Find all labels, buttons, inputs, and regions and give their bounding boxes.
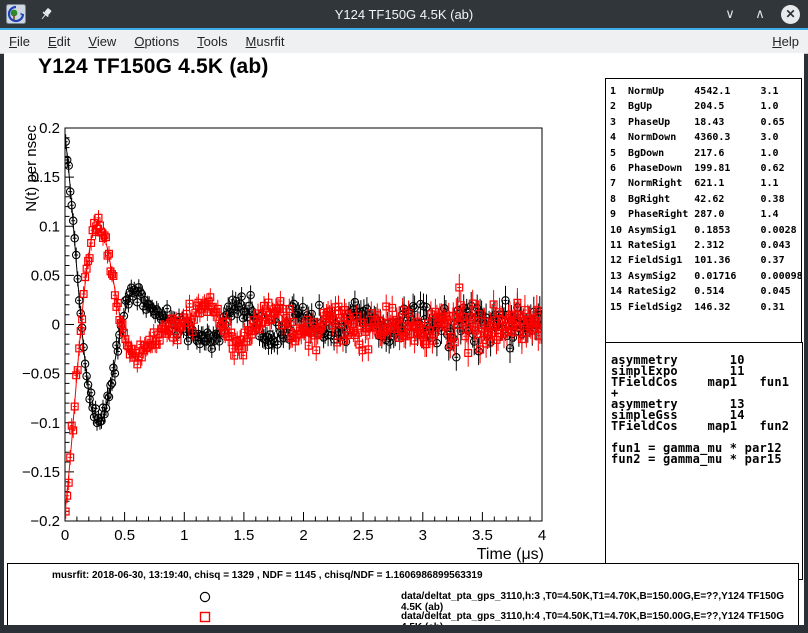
y-axis-title: N(t) per nsec (23, 125, 40, 212)
param-row: 5 BgDown 217.6 1.0 (610, 146, 801, 161)
menu-item-help[interactable]: Help (763, 32, 808, 51)
x-tick-label: 4 (538, 527, 546, 544)
theory-line: TFieldCos map1 fun1 (611, 377, 802, 388)
x-tick-label: 1.5 (233, 527, 254, 544)
x-tick-label: 0.5 (114, 527, 135, 544)
param-row: 10 AsymSig1 0.1853 0.0028 (610, 223, 801, 238)
menu-item-file[interactable]: File (0, 32, 39, 51)
x-tick-label: 0 (61, 527, 69, 544)
window-border-bottom[interactable] (0, 625, 808, 633)
menubar: FileEditViewOptionsToolsMusrfit Help (0, 30, 808, 54)
maximize-button[interactable]: ∧ (751, 5, 769, 23)
y-tick-label: −0.15 (22, 464, 60, 481)
legend-entry-forward: data/deltat_pta_gps_3110,h:3 ,T0=4.50K,T… (8, 589, 798, 605)
param-row: 3 PhaseUp 18.43 0.65 (610, 115, 801, 130)
window-title: Y124 TF150G 4.5K (ab) (0, 7, 808, 22)
y-tick-label: −0.1 (30, 415, 60, 432)
error-bars-1 (64, 210, 544, 519)
musrfit-status-text: musrfit: 2018-06-30, 13:19:40, chisq = 1… (52, 570, 483, 581)
param-row: 11 RateSig1 2.312 0.043 (610, 238, 801, 253)
y-tick-label: −0.05 (22, 366, 60, 383)
open-circle-marker-icon (199, 591, 211, 603)
param-row: 15 FieldSig2 146.32 0.31 (610, 300, 801, 315)
theory-line: TFieldCos map1 fun2 (611, 421, 802, 432)
open-square-marker-icon (199, 611, 211, 623)
plot-area[interactable]: 00.511.522.533.540.20.150.10.050−0.05−0.… (4, 53, 604, 625)
param-row: 13 AsymSig2 0.01716 0.00098 (610, 269, 801, 284)
param-row: 6 PhaseDown 199.81 0.62 (610, 161, 801, 176)
theory-line: fun2 = gamma_mu * par15 (611, 454, 802, 465)
param-row: 7 NormRight 621.1 1.1 (610, 176, 801, 191)
y-tick-label: 0 (52, 317, 60, 334)
x-tick-label: 2 (299, 527, 307, 544)
param-row: 1 NormUp 4542.1 3.1 (610, 84, 801, 99)
x-tick-label: 1 (180, 527, 188, 544)
x-axis-title: Time (μs) (477, 546, 544, 563)
menu-item-edit[interactable]: Edit (39, 32, 79, 51)
y-tick-label: 0.05 (31, 267, 60, 284)
info-pave: musrfit: 2018-06-30, 13:19:40, chisq = 1… (7, 563, 799, 626)
param-row: 9 PhaseRight 287.0 1.4 (610, 207, 801, 222)
param-row: 8 BgRight 42.62 0.38 (610, 192, 801, 207)
menu-item-view[interactable]: View (79, 32, 125, 51)
param-row: 12 FieldSig1 101.36 0.37 (610, 253, 801, 268)
theory-pave: asymmetry 10simplExpo 11TFieldCos map1 f… (605, 342, 803, 580)
x-tick-label: 3 (419, 527, 427, 544)
y-tick-label: 0.2 (39, 120, 60, 137)
data-series-group (62, 134, 545, 519)
application-window: Y124 TF150G 4.5K (ab) ∨ ∧ ✕ FileEditView… (0, 0, 808, 633)
menu-item-tools[interactable]: Tools (188, 32, 236, 51)
legend-entry-backward: data/deltat_pta_gps_3110,h:4 ,T0=4.50K,T… (8, 609, 798, 625)
param-row: 4 NormDown 4360.3 3.0 (610, 130, 801, 145)
menu-item-musrfit[interactable]: Musrfit (237, 32, 294, 51)
x-tick-label: 2.5 (353, 527, 374, 544)
fit-parameters-pave: 1 NormUp 4542.1 3.12 BgUp 204.5 1.03 Pha… (605, 78, 802, 349)
close-button[interactable]: ✕ (781, 5, 800, 24)
titlebar[interactable]: Y124 TF150G 4.5K (ab) ∨ ∧ ✕ (0, 0, 808, 28)
minimize-button[interactable]: ∨ (721, 5, 739, 23)
x-tick-label: 3.5 (472, 527, 493, 544)
y-tick-label: 0.1 (39, 218, 60, 235)
param-row: 2 BgUp 204.5 1.0 (610, 99, 801, 114)
theory-curve-0 (65, 136, 542, 425)
menu-item-options[interactable]: Options (125, 32, 188, 51)
param-row: 14 RateSig2 0.514 0.045 (610, 284, 801, 299)
error-bars-0 (64, 134, 544, 430)
y-tick-label: −0.2 (30, 513, 60, 530)
root-canvas[interactable]: Y124 TF150G 4.5K (ab) 00.511.522.533.540… (4, 53, 804, 625)
